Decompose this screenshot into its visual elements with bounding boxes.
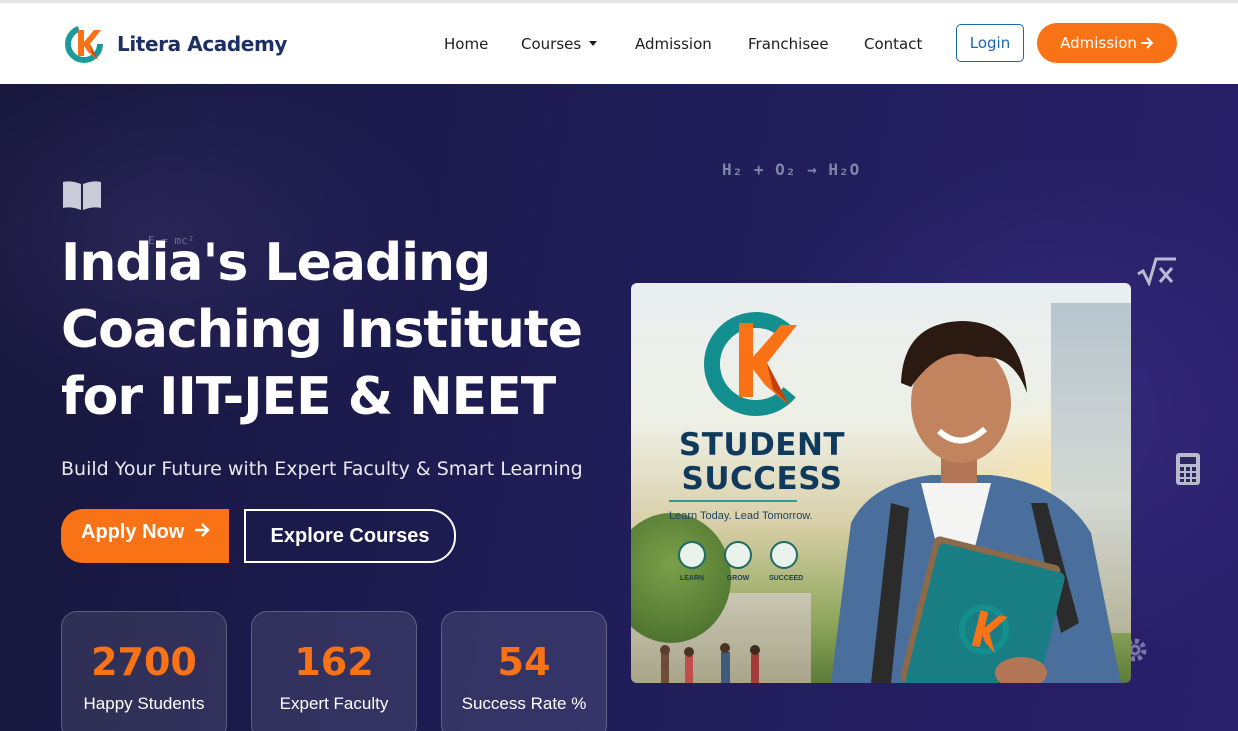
hero-title-line-2: Coaching Institute	[61, 300, 583, 360]
nav-admission[interactable]: Admission	[635, 32, 712, 56]
arrow-right-icon	[194, 523, 210, 537]
stat-value: 2700	[91, 640, 197, 684]
nav-contact[interactable]: Contact	[864, 32, 922, 56]
nav-home-label: Home	[444, 35, 489, 53]
badge-label: GROW	[726, 575, 750, 582]
student-photo	[831, 321, 1121, 683]
hero-title: India's Leading Coaching Institute for I…	[61, 230, 621, 431]
stat-value: 162	[294, 640, 374, 684]
apply-now-button[interactable]: Apply Now	[61, 509, 229, 563]
admission-button[interactable]: Admission	[1037, 23, 1177, 63]
nav-admission-label: Admission	[635, 35, 712, 53]
badge-label: LEARN	[679, 575, 705, 582]
nav-contact-label: Contact	[864, 35, 923, 53]
nav-courses-label: Courses	[521, 35, 582, 53]
stat-card-students: 2700 Happy Students	[61, 611, 227, 731]
apply-now-label: Apply Now	[81, 521, 185, 543]
student-success-image: STUDENT SUCCESS Learn Today. Lead Tomorr…	[631, 283, 1131, 683]
hero-title-line-1: India's Leading	[61, 233, 491, 293]
divider	[669, 500, 797, 502]
nav-franchisee[interactable]: Franchisee	[748, 32, 829, 56]
promo-badges: LEARN GROW SUCCEED	[677, 541, 807, 591]
stat-label: Success Rate %	[461, 694, 587, 713]
nav-home[interactable]: Home	[444, 32, 488, 56]
square-root-icon	[1137, 257, 1176, 286]
stat-value: 54	[497, 640, 551, 684]
stat-label: Expert Faculty	[279, 694, 389, 713]
admission-button-label: Admission	[1060, 34, 1137, 52]
background-students	[660, 643, 760, 683]
growth-chart-icon	[724, 541, 752, 569]
login-button[interactable]: Login	[956, 24, 1024, 62]
nav-courses[interactable]: Courses	[521, 32, 598, 56]
badge-learn: LEARN	[677, 541, 707, 582]
stat-card-success-rate: 54 Success Rate %	[441, 611, 607, 731]
navbar: Litera Academy Home Courses Admission Fr…	[0, 3, 1238, 84]
explore-courses-button[interactable]: Explore Courses	[244, 509, 456, 563]
stat-card-faculty: 162 Expert Faculty	[251, 611, 417, 731]
book-icon	[63, 181, 101, 210]
calculator-icon	[1176, 453, 1200, 485]
graduation-cap-icon	[678, 541, 706, 569]
hero-section: H₂ + O₂ → H₂O E = mc² India's Leading Co…	[0, 84, 1238, 731]
chevron-down-icon	[589, 41, 598, 46]
hero-title-line-3: for IIT-JEE & NEET	[61, 367, 556, 427]
badge-grow: GROW	[723, 541, 753, 582]
stat-label: Happy Students	[83, 694, 205, 713]
nav-franchisee-label: Franchisee	[748, 35, 829, 53]
chemistry-formula: H₂ + O₂ → H₂O	[722, 160, 861, 179]
arrow-right-icon	[1140, 37, 1154, 49]
hero-subtitle: Build Your Future with Expert Faculty & …	[61, 458, 583, 480]
explore-courses-label: Explore Courses	[270, 524, 430, 547]
login-button-label: Login	[969, 34, 1011, 52]
